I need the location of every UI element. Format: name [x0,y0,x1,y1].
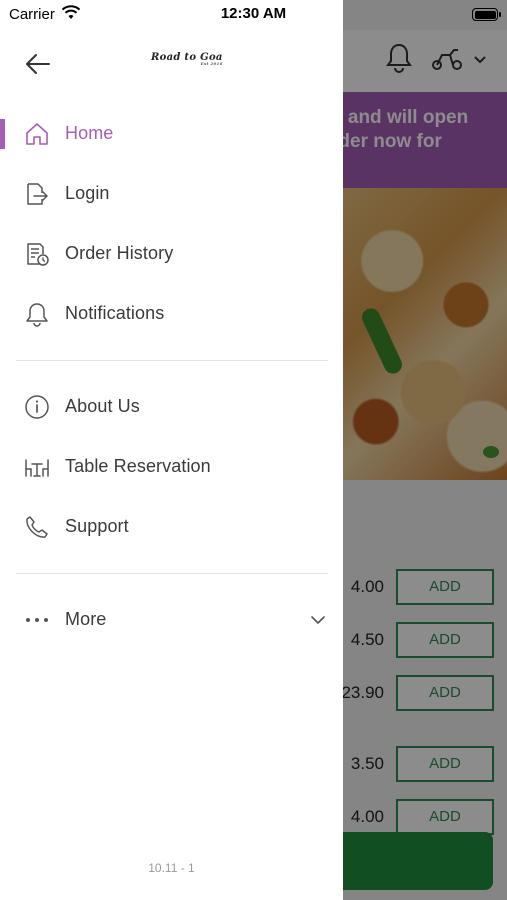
menu-item-label: More [65,609,107,629]
menu-item-home[interactable]: Home [0,110,343,158]
menu-item-label: Notifications [65,303,165,323]
menu-item-label: Order History [65,243,174,263]
battery-nub [499,12,501,17]
menu-item-order-history[interactable]: Order History [0,230,343,278]
table-icon [24,454,50,480]
status-bar: Carrier 12:30 AM [0,0,507,30]
navigation-drawer: Road to Goa Est 2016 Home Login Order Hi… [0,0,343,900]
battery-level [474,10,496,19]
menu-item-notifications[interactable]: Notifications [0,290,343,338]
menu-item-more[interactable]: More [0,596,343,644]
menu-divider [16,573,328,574]
order-history-icon [24,241,50,267]
menu-item-label: About Us [65,396,140,416]
menu-item-table-reservation[interactable]: Table Reservation [0,443,343,491]
menu-item-about-us[interactable]: About Us [0,383,343,431]
menu-item-label: Support [65,516,129,536]
menu-item-login[interactable]: Login [0,170,343,218]
home-icon [24,121,50,147]
menu-item-label: Login [65,183,110,203]
app-version: 10.11 - 1 [148,861,195,875]
more-dots-icon [24,607,50,633]
menu-item-label: Table Reservation [65,456,211,476]
bell-icon [24,301,50,327]
chevron-down-icon[interactable] [308,613,328,627]
drawer-header: Road to Goa Est 2016 [0,30,343,94]
clock: 12:30 AM [220,5,287,22]
restaurant-logo: Road to Goa Est 2016 [151,52,223,66]
menu-item-support[interactable]: Support [0,503,343,551]
login-icon [24,181,50,207]
battery-icon [472,8,501,21]
menu-item-label: Home [65,123,114,143]
menu-divider [16,360,328,361]
active-indicator [0,119,5,149]
info-icon [24,394,50,420]
phone-icon [24,514,50,540]
back-arrow-icon[interactable] [22,50,54,78]
